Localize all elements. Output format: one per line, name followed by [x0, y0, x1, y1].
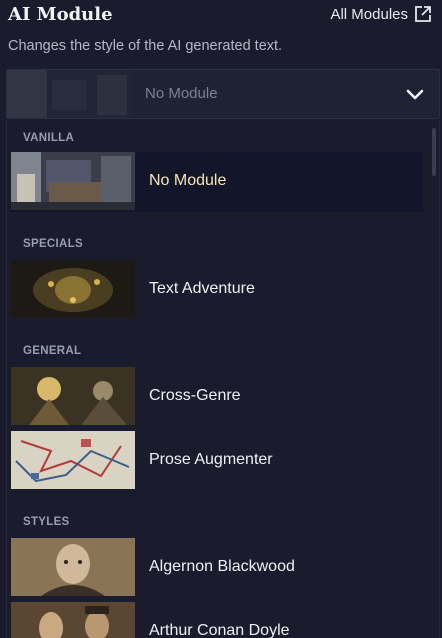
all-modules-label: All Modules — [330, 5, 408, 23]
module-select[interactable]: No Module — [6, 69, 440, 119]
select-value: No Module — [145, 85, 218, 102]
module-dropdown-list[interactable]: Vanilla No Module Specials — [6, 120, 440, 638]
wizard-icon — [11, 367, 135, 425]
chevron-down-icon[interactable] — [391, 70, 439, 118]
section-label-vanilla: Vanilla — [23, 132, 75, 144]
external-link-icon — [415, 6, 431, 22]
room-icon — [7, 70, 132, 118]
section-label-general: General — [23, 345, 82, 357]
panel-header: AI Module All Modules Changes the style … — [0, 0, 442, 66]
section-label-styles: Styles — [23, 516, 70, 528]
option-label: Text Adventure — [149, 280, 255, 297]
portrait-icon — [11, 538, 135, 596]
option-algernon-blackwood[interactable]: Algernon Blackwood — [11, 538, 423, 598]
map-icon — [11, 431, 135, 489]
option-label: Arthur Conan Doyle — [149, 622, 290, 638]
panel-title: AI Module — [8, 4, 113, 25]
room-icon — [11, 152, 135, 210]
option-no-module[interactable]: No Module — [11, 152, 423, 212]
ai-module-panel: AI Module All Modules Changes the style … — [0, 0, 442, 638]
dropdown-scrollbar[interactable] — [432, 128, 436, 176]
panel-subtitle: Changes the style of the AI generated te… — [8, 38, 283, 54]
option-label: Cross-Genre — [149, 387, 241, 404]
section-label-specials: Specials — [23, 238, 83, 250]
option-label: Algernon Blackwood — [149, 558, 295, 575]
portrait-icon — [11, 602, 135, 638]
option-text-adventure[interactable]: Text Adventure — [11, 260, 423, 320]
all-modules-link[interactable]: All Modules — [330, 5, 432, 23]
option-label: Prose Augmenter — [149, 451, 273, 468]
dungeon-icon — [11, 260, 135, 318]
option-prose-augmenter[interactable]: Prose Augmenter — [11, 431, 423, 491]
option-cross-genre[interactable]: Cross-Genre — [11, 367, 423, 427]
option-label: No Module — [149, 172, 227, 189]
option-arthur-conan-doyle[interactable]: Arthur Conan Doyle — [11, 602, 423, 638]
